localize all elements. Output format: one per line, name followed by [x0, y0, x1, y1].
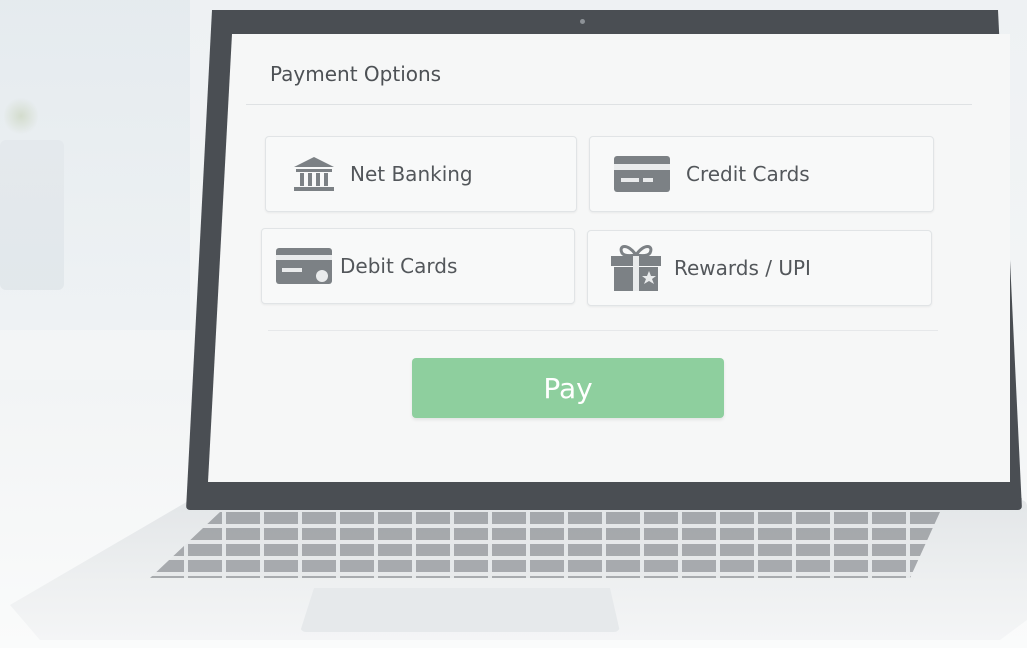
section-divider — [268, 330, 938, 331]
option-net-banking[interactable]: Net Banking — [265, 136, 577, 212]
option-rewards-upi[interactable]: Rewards / UPI — [587, 230, 932, 306]
bank-icon — [284, 152, 344, 196]
pay-button[interactable]: Pay — [412, 358, 724, 418]
option-label: Rewards / UPI — [674, 256, 811, 280]
page-title: Payment Options — [270, 62, 442, 86]
debit-card-icon — [274, 244, 334, 288]
payment-screen: Payment Options Net Banking Credit Cards… — [208, 34, 1010, 482]
credit-card-icon — [612, 152, 672, 196]
title-divider — [246, 104, 972, 105]
option-label: Debit Cards — [340, 254, 458, 278]
background-vase — [0, 140, 64, 290]
laptop-trackpad — [300, 588, 620, 632]
option-label: Credit Cards — [686, 162, 810, 186]
option-label: Net Banking — [350, 162, 473, 186]
photo-scene: Payment Options Net Banking Credit Cards… — [0, 0, 1027, 648]
gift-icon — [606, 245, 666, 291]
option-credit-cards[interactable]: Credit Cards — [589, 136, 934, 212]
webcam-icon — [580, 19, 585, 24]
laptop-keyboard — [150, 512, 940, 578]
background-plant — [4, 96, 38, 136]
option-debit-cards[interactable]: Debit Cards — [261, 228, 575, 304]
